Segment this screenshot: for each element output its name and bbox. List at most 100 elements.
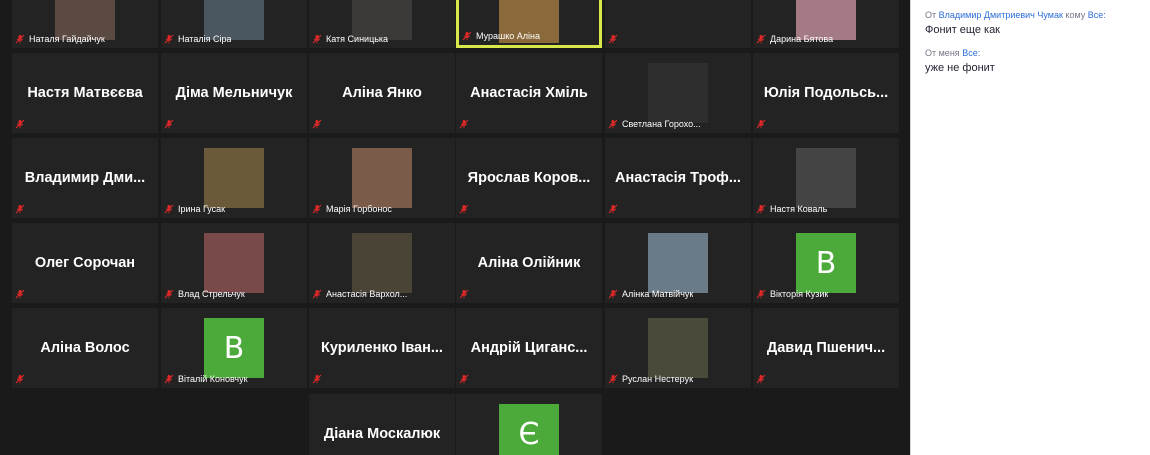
participant-tile-viktoriya-liubar[interactable]: Вікторія Любар — [605, 0, 751, 48]
participant-avatar-initial: В — [796, 233, 856, 293]
participant-tile-kurylenko-ivan[interactable]: Куриленко Іван... — [309, 308, 455, 388]
participant-tile-anastasiya-varkhol[interactable]: Анастасія Вархол... — [309, 223, 455, 303]
participant-footer — [15, 374, 29, 384]
microphone-muted-icon — [608, 34, 618, 44]
microphone-muted-icon — [312, 34, 322, 44]
participant-tile-dima-melnychuk[interactable]: Діма Мельничук — [161, 53, 307, 133]
participant-name-label: Ірина Гусак — [178, 204, 226, 214]
participant-video-thumbnail — [352, 233, 412, 293]
participant-name: Аліна Олійник — [477, 255, 581, 271]
participant-tile-murashko-alina[interactable]: Мурашко Аліна — [456, 0, 602, 48]
participant-name-label: Катя Синицька — [326, 34, 389, 44]
participant-footer — [15, 289, 29, 299]
participant-name: Юлія Подольсь... — [763, 85, 889, 101]
participant-footer: Катя Синицька — [312, 34, 388, 44]
participant-footer: Мурашко Аліна — [462, 31, 540, 41]
participant-footer: Марія Горбонос — [312, 204, 392, 214]
participant-tile-diana-moskaliuk[interactable]: Діана Москалюк — [309, 394, 455, 455]
video-gallery: Наталя Гайдайчук Наталія Сіра Катя Синицьк… — [0, 0, 910, 455]
participant-tile-oleg-sorochan[interactable]: Олег Сорочан — [12, 223, 158, 303]
participant-tile-yuliya-podolska[interactable]: Юлія Подольсь... — [753, 53, 899, 133]
participant-footer — [459, 119, 473, 129]
participant-video-thumbnail — [648, 318, 708, 378]
participant-name-label: Влад Стрельчук — [178, 289, 245, 299]
participant-tile-vladimir-dm[interactable]: Владимир Дми... — [12, 138, 158, 218]
recipient-name[interactable]: Все: — [1088, 10, 1106, 20]
microphone-muted-icon — [312, 119, 322, 129]
participant-tile-vlad-streltchuk[interactable]: Влад Стрельчук — [161, 223, 307, 303]
participant-footer: Наталя Гайдайчук — [15, 34, 105, 44]
participant-tile-ruslan-nesteruk[interactable]: Руслан Нестерук — [605, 308, 751, 388]
participant-avatar-initial: В — [204, 318, 264, 378]
participant-tile-anastasiya-khmil[interactable]: Анастасія Хміль — [456, 53, 602, 133]
microphone-muted-icon — [164, 374, 174, 384]
participant-tile-davyd-pshenych[interactable]: Давид Пшенич... — [753, 308, 899, 388]
from-prefix: От меня — [925, 48, 960, 58]
microphone-muted-icon — [15, 204, 25, 214]
participant-tile-alina-yanko[interactable]: Аліна Янко — [309, 53, 455, 133]
participant-name: Олег Сорочан — [34, 255, 136, 271]
participant-tile-vitaliy-konovchuk[interactable]: В Віталій Коновчук — [161, 308, 307, 388]
participant-footer: Алінка Матвійчук — [608, 289, 693, 299]
participant-footer: Ірина Гусак — [164, 204, 225, 214]
participant-tile-yaroslav-korov[interactable]: Ярослав Коров... — [456, 138, 602, 218]
participant-name-label: Марія Горбонос — [326, 204, 392, 214]
participant-name: Анастасія Хміль — [470, 85, 588, 101]
participant-name: Настя Матвєєва — [27, 85, 143, 101]
participant-tile-ye-user[interactable]: Є — [456, 394, 602, 455]
participant-name: Діма Мельничук — [175, 85, 293, 101]
participant-footer: Руслан Нестерук — [608, 374, 693, 384]
microphone-muted-icon — [15, 374, 25, 384]
participant-name-label: Руслан Нестерук — [622, 374, 694, 384]
participant-video-thumbnail — [648, 233, 708, 293]
participant-tile-alina-volos[interactable]: Аліна Волос — [12, 308, 158, 388]
participant-footer — [608, 204, 622, 214]
participant-name-label: Наталя Гайдайчук — [29, 34, 105, 44]
microphone-muted-icon — [459, 374, 469, 384]
microphone-muted-icon — [608, 204, 618, 214]
microphone-muted-icon — [756, 289, 766, 299]
microphone-muted-icon — [15, 119, 25, 129]
participant-tile-anastasiya-trof[interactable]: Анастасія Троф... — [605, 138, 751, 218]
participant-name: Андрій Циганс... — [470, 340, 588, 356]
microphone-muted-icon — [459, 119, 469, 129]
chat-message-text: уже не фонит — [925, 62, 995, 74]
participant-tile-iryna-gusak[interactable]: Ірина Гусак — [161, 138, 307, 218]
microphone-muted-icon — [164, 289, 174, 299]
participant-footer: Віталій Коновчук — [164, 374, 248, 384]
microphone-muted-icon — [756, 374, 766, 384]
participant-video-thumbnail — [204, 233, 264, 293]
participant-name: Владимир Дми... — [24, 170, 146, 186]
participant-tile-andrii-tsyhans[interactable]: Андрій Циганс... — [456, 308, 602, 388]
participant-tile-svitlana-gorokhova[interactable]: Светлана Горохо... — [605, 53, 751, 133]
microphone-muted-icon — [15, 34, 25, 44]
participant-tile-nastya-koval[interactable]: Настя Коваль — [753, 138, 899, 218]
microphone-muted-icon — [462, 31, 472, 41]
chat-message-meta: От меня Все: — [925, 48, 1144, 58]
to-prefix: кому — [1065, 10, 1086, 20]
participant-name: Аліна Волос — [40, 340, 130, 356]
participant-footer — [756, 374, 770, 384]
participant-tile-alinka-matviichuk[interactable]: Алінка Матвійчук — [605, 223, 751, 303]
participant-tile-nataliya-sira[interactable]: Наталія Сіра — [161, 0, 307, 48]
sender-name[interactable]: Владимир Дмитриевич Чумак — [939, 10, 1063, 20]
participant-name: Аліна Янко — [342, 85, 422, 101]
participant-footer — [459, 204, 473, 214]
participant-footer: Настя Коваль — [756, 204, 827, 214]
participant-tile-nastya-matveeva[interactable]: Настя Матвєєва — [12, 53, 158, 133]
participant-tile-viktoriya-kuzyk[interactable]: В Вікторія Кузик — [753, 223, 899, 303]
participant-footer: Светлана Горохо... — [608, 119, 701, 129]
participant-footer — [608, 34, 622, 44]
recipient-name[interactable]: Все: — [962, 48, 980, 58]
microphone-muted-icon — [459, 289, 469, 299]
participant-tile-daryna-biatova[interactable]: Дарина Бятова — [753, 0, 899, 48]
participant-video-thumbnail — [204, 148, 264, 208]
participant-tile-mariya-gorbonos[interactable]: Марія Горбонос — [309, 138, 455, 218]
from-prefix: От — [925, 10, 937, 20]
participant-tile-katya-synytska[interactable]: Катя Синицька — [309, 0, 455, 48]
participant-footer: Анастасія Вархол... — [312, 289, 407, 299]
participant-name: Давид Пшенич... — [766, 340, 886, 356]
participant-tile-alina-oliinyk[interactable]: Аліна Олійник — [456, 223, 602, 303]
participant-tile-nataliya-haidaichuk[interactable]: Наталя Гайдайчук — [12, 0, 158, 48]
microphone-muted-icon — [459, 204, 469, 214]
